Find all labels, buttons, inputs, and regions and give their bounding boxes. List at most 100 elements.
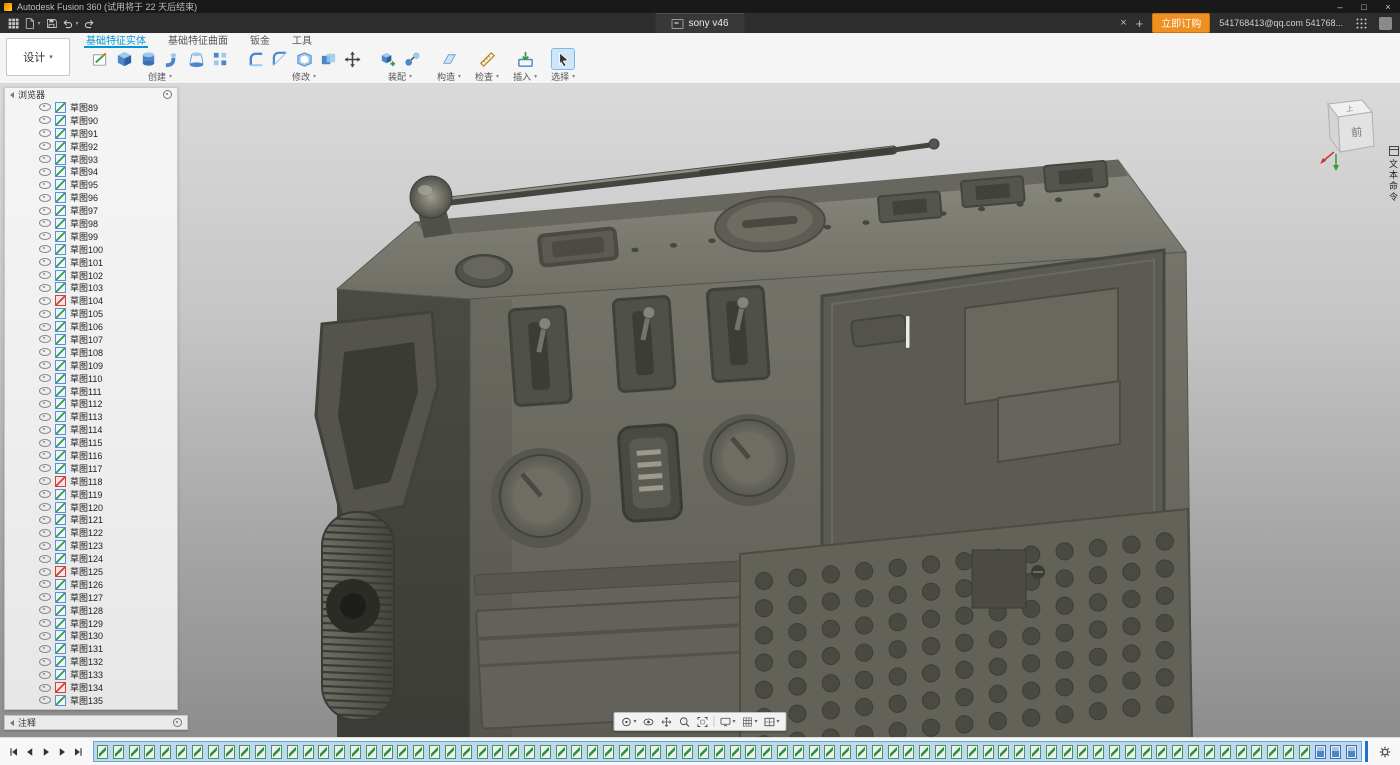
visibility-eye-icon[interactable] [39,245,51,253]
browser-item[interactable]: 草图135 [5,694,177,707]
timeline-sketch-icon[interactable] [192,745,203,759]
timeline-sketch-icon[interactable] [492,745,503,759]
ribbon-tab[interactable]: 基础特征曲面 [166,33,230,48]
timeline-strip[interactable] [93,741,1368,762]
display-settings-button[interactable]: ▾ [716,713,738,730]
browser-item[interactable]: 草图102 [5,269,177,282]
visibility-eye-icon[interactable] [39,116,51,124]
visibility-eye-icon[interactable] [39,258,51,266]
timeline-sketch-icon[interactable] [350,745,361,759]
visibility-eye-icon[interactable] [39,168,51,176]
timeline-sketch-icon[interactable] [1251,745,1262,759]
timeline-sketch-icon[interactable] [872,745,883,759]
press-pull-button[interactable] [245,49,267,69]
ribbon-group-label[interactable]: 装配▾ [388,70,412,83]
browser-item[interactable]: 草图106 [5,320,177,333]
timeline-sketch-icon[interactable] [603,745,614,759]
timeline-sketch-icon[interactable] [1141,745,1152,759]
browser-item[interactable]: 草图105 [5,307,177,320]
timeline-sketch-icon[interactable] [666,745,677,759]
account-label[interactable]: 541768413@qq.com 541768... [1219,18,1343,28]
visibility-eye-icon[interactable] [39,142,51,150]
file-menu-button[interactable]: ▾ [23,14,41,32]
browser-item[interactable]: 草图118 [5,475,177,488]
subscribe-button[interactable]: 立即订购 [1152,13,1210,33]
visibility-eye-icon[interactable] [39,477,51,485]
close-window-button[interactable]: × [1376,0,1400,13]
visibility-eye-icon[interactable] [39,568,51,576]
timeline-sketch-icon[interactable] [1062,745,1073,759]
timeline-sketch-icon[interactable] [1093,745,1104,759]
browser-item[interactable]: 草图126 [5,578,177,591]
timeline-sketch-icon[interactable] [840,745,851,759]
browser-item[interactable]: 草图109 [5,359,177,372]
visibility-eye-icon[interactable] [39,413,51,421]
browser-item[interactable]: 草图101 [5,256,177,269]
browser-item[interactable]: 草图134 [5,681,177,694]
visibility-eye-icon[interactable] [39,529,51,537]
timeline-sketch-icon[interactable] [176,745,187,759]
timeline-sketch-icon[interactable] [397,745,408,759]
timeline-sketch-icon[interactable] [1188,745,1199,759]
visibility-eye-icon[interactable] [39,129,51,137]
browser-item[interactable]: 草图133 [5,668,177,681]
visibility-eye-icon[interactable] [39,684,51,692]
ribbon-group-label[interactable]: 检查▾ [475,70,499,83]
ribbon-group-label[interactable]: 插入▾ [513,70,537,83]
timeline-sketch-icon[interactable] [287,745,298,759]
timeline-sketch-icon[interactable] [413,745,424,759]
timeline-sketch-icon[interactable] [1172,745,1183,759]
orbit-button[interactable]: ▾ [617,713,639,730]
timeline-sketch-icon[interactable] [97,745,108,759]
visibility-eye-icon[interactable] [39,335,51,343]
visibility-eye-icon[interactable] [39,155,51,163]
timeline-selected-range[interactable] [93,741,1362,762]
browser-item[interactable]: 草图111 [5,385,177,398]
timeline-position-marker[interactable] [1365,741,1368,762]
timeline-sketch-icon[interactable] [113,745,124,759]
timeline-sketch-icon[interactable] [745,745,756,759]
browser-item[interactable]: 草图114 [5,423,177,436]
visibility-eye-icon[interactable] [39,503,51,511]
ribbon-tab[interactable]: 基础特征实体 [84,33,148,48]
ribbon-group-label[interactable]: 选择▾ [551,70,575,83]
visibility-eye-icon[interactable] [39,632,51,640]
timeline-sketch-icon[interactable] [714,745,725,759]
browser-item[interactable]: 草图132 [5,655,177,668]
timeline-sketch-icon[interactable] [508,745,519,759]
browser-item[interactable]: 草图125 [5,565,177,578]
avatar[interactable] [1379,17,1392,30]
close-tab-icon[interactable]: × [1120,18,1126,29]
timeline-sketch-icon[interactable] [777,745,788,759]
text-commands-tab[interactable]: 文本命令 [1387,146,1400,203]
visibility-eye-icon[interactable] [39,387,51,395]
browser-item[interactable]: 草图123 [5,539,177,552]
new-component-button[interactable] [377,49,399,69]
visibility-eye-icon[interactable] [39,194,51,202]
timeline-sketch-icon[interactable] [1236,745,1247,759]
visibility-eye-icon[interactable] [39,464,51,472]
timeline-sketch-icon[interactable] [540,745,551,759]
visibility-eye-icon[interactable] [39,426,51,434]
timeline-sketch-icon[interactable] [477,745,488,759]
visibility-eye-icon[interactable] [39,232,51,240]
top-slot[interactable] [539,228,618,266]
sweep-button[interactable] [161,49,183,69]
timeline-sketch-icon[interactable] [461,745,472,759]
browser-item[interactable]: 草图130 [5,630,177,643]
visibility-eye-icon[interactable] [39,348,51,356]
show-data-panel-button[interactable] [4,14,22,32]
redo-button[interactable] [80,14,98,32]
visibility-eye-icon[interactable] [39,645,51,653]
timeline-sketch-icon[interactable] [224,745,235,759]
timeline-sketch-icon[interactable] [129,745,140,759]
visibility-eye-icon[interactable] [39,361,51,369]
timeline-sketch-icon[interactable] [698,745,709,759]
timeline-sketch-icon[interactable] [1299,745,1310,759]
measure-button[interactable] [476,49,498,69]
visibility-eye-icon[interactable] [39,181,51,189]
comments-panel[interactable]: 注释 [4,715,188,730]
visibility-eye-icon[interactable] [39,593,51,601]
zoom-button[interactable] [675,713,693,730]
browser-item[interactable]: 草图113 [5,410,177,423]
